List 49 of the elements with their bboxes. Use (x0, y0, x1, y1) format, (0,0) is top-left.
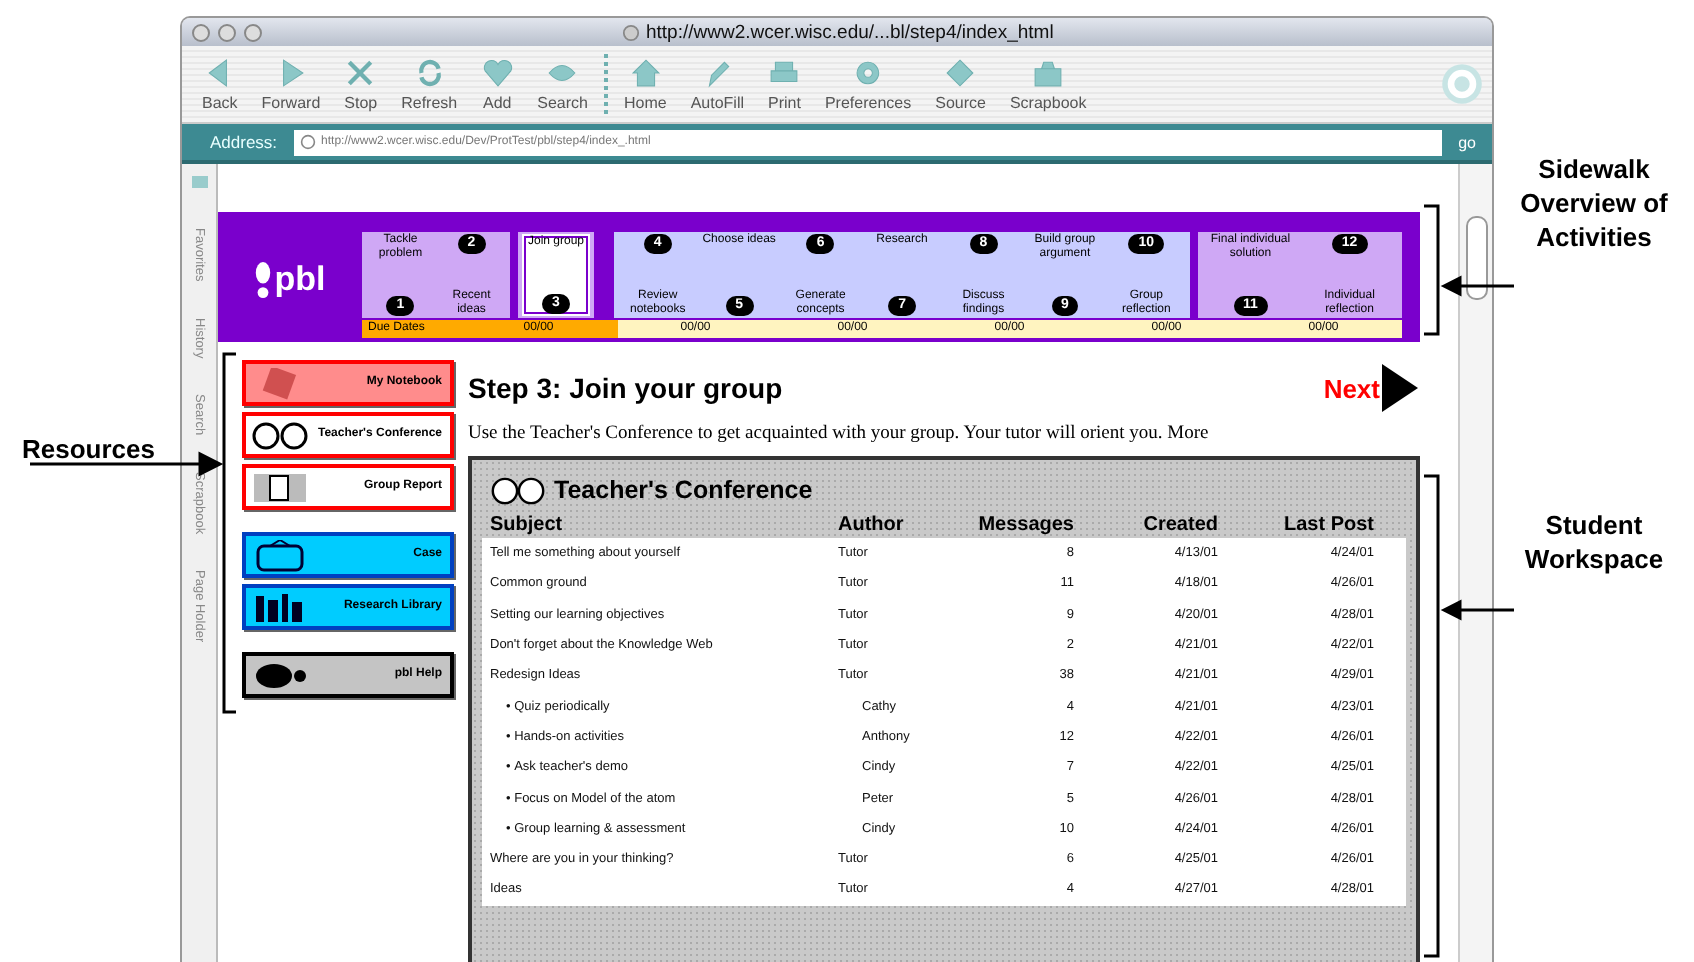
bag-icon (1032, 57, 1065, 87)
printer-icon (768, 57, 801, 87)
toolbar-button[interactable]: Forward (249, 57, 333, 111)
column-header: Messages (976, 514, 1074, 536)
toolbar-button[interactable]: Refresh (389, 57, 470, 111)
scrollbar[interactable] (1458, 164, 1492, 962)
toolbar-button[interactable]: Scrapbook (997, 57, 1099, 111)
logo-text: pbl (274, 259, 326, 299)
column-header: Created (1141, 514, 1218, 536)
next-arrow-icon (1380, 362, 1420, 414)
conference-title: Teacher's Conference (554, 476, 813, 504)
toolbar-button[interactable]: Source (923, 57, 998, 111)
toolbar-button[interactable]: Home (611, 57, 679, 111)
annotation-label: Sidewalk Overview of Activities (1518, 152, 1670, 254)
scroll-thumb[interactable] (1466, 216, 1488, 300)
toolbar-button[interactable]: Print (756, 57, 813, 111)
toolbar-button[interactable]: Stop (332, 57, 390, 111)
browser-logo-icon (1440, 62, 1484, 106)
document-icon (250, 471, 310, 503)
footprint-icon (254, 259, 273, 299)
toolbar-button[interactable]: AutoFill (678, 57, 757, 111)
annotation-label: Student Workspace (1522, 508, 1666, 576)
column-header: Subject (488, 514, 565, 536)
toolbar-button[interactable]: Back (190, 57, 250, 111)
circles-icon (490, 475, 546, 505)
toolbar-button[interactable]: Add (469, 57, 526, 111)
next-button[interactable]: Next (1323, 362, 1420, 414)
instruction-text: Use the Teacher's Conference to get acquainted with your group. Your tutor will orient you. More (468, 424, 1211, 444)
column-header: Author (838, 514, 906, 536)
stop-icon (344, 57, 377, 87)
globe-icon (622, 23, 640, 41)
gear-icon (852, 57, 885, 87)
step-title: Step 3: Join your group (468, 372, 783, 404)
diamond-icon (944, 57, 977, 87)
window-title: http://www2.wcer.wisc.edu/...bl/step4/index_html (646, 21, 1054, 43)
callout-bracket-drawing (1424, 204, 1514, 336)
tab-icon (189, 172, 209, 192)
footprint-icon (250, 659, 310, 691)
toolbar-button[interactable]: Preferences (812, 57, 924, 111)
address-label: Address: (208, 132, 280, 152)
go-button[interactable]: go (1450, 133, 1484, 151)
annotation-label: Resources (20, 432, 157, 466)
home-icon (629, 57, 662, 87)
page-icon (299, 134, 316, 150)
circles-icon (250, 419, 310, 451)
heart-icon (481, 57, 514, 87)
column-header: Last Post (1281, 514, 1374, 536)
toolbar-button[interactable]: Search (525, 57, 600, 111)
refresh-icon (413, 57, 446, 87)
